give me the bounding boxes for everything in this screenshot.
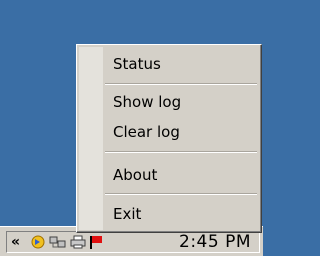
menu-item-exit[interactable]: Exit xyxy=(79,202,259,226)
tray-context-menu: Status Show log Clear log About Exit xyxy=(76,44,262,233)
network-icon[interactable] xyxy=(49,234,67,250)
menu-separator xyxy=(105,193,257,195)
menu-item-status[interactable]: Status xyxy=(79,52,259,76)
sync-icon[interactable] xyxy=(29,234,47,250)
menu-item-about[interactable]: About xyxy=(79,163,259,187)
show-hidden-icons-button[interactable]: « xyxy=(11,233,20,251)
flag-icon[interactable] xyxy=(87,234,105,250)
clock[interactable]: 2:45 PM xyxy=(179,233,251,251)
menu-separator xyxy=(105,83,257,85)
menu-separator xyxy=(105,151,257,153)
menu-item-clear-log[interactable]: Clear log xyxy=(79,120,259,144)
notification-area: « 2:45 PM xyxy=(6,231,260,253)
printer-icon[interactable] xyxy=(69,234,87,250)
menu-item-show-log[interactable]: Show log xyxy=(79,90,259,114)
